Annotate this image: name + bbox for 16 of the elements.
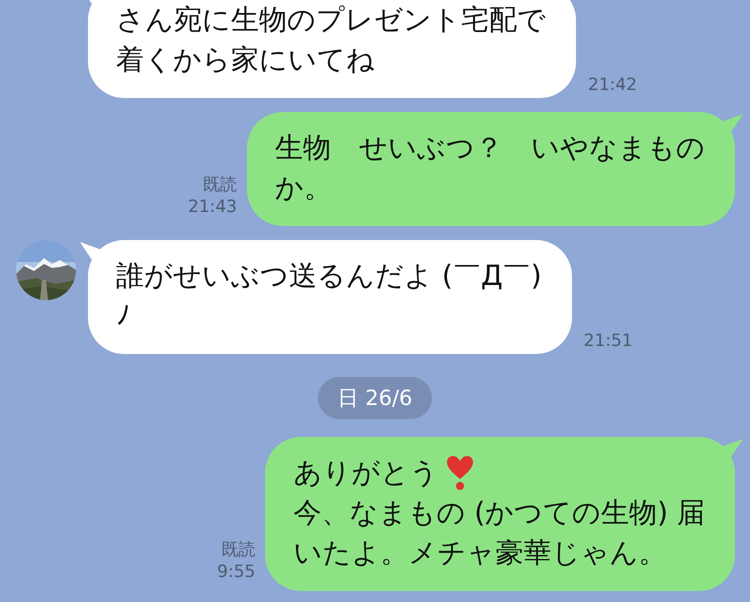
message-text: ありがとう	[293, 455, 438, 491]
message-text: 着くから家にいてね	[116, 42, 375, 78]
read-receipt: 既読	[221, 539, 256, 561]
read-receipt: 既読	[203, 174, 237, 196]
message-time: 21:42	[588, 74, 637, 96]
message-text: 誰がせいぶつ送るんだよ (￣Д￣)	[116, 258, 542, 294]
message-time: 21:51	[584, 330, 633, 352]
message-text: 生物 せいぶつ？ いやなまもの	[275, 130, 705, 166]
message-time: 21:43	[188, 196, 237, 218]
message-text: か。	[275, 170, 332, 206]
message-text: ﾉ	[116, 298, 130, 334]
date-label: 日 26/6	[318, 377, 432, 419]
message-text: 今、なまもの (かつての生物) 届	[293, 495, 705, 531]
message-time: 9:55	[217, 561, 256, 583]
message-text: さん宛に生物のプレゼント宅配で	[116, 2, 546, 38]
message-text: いたよ。メチャ豪華じゃん。	[293, 535, 666, 571]
